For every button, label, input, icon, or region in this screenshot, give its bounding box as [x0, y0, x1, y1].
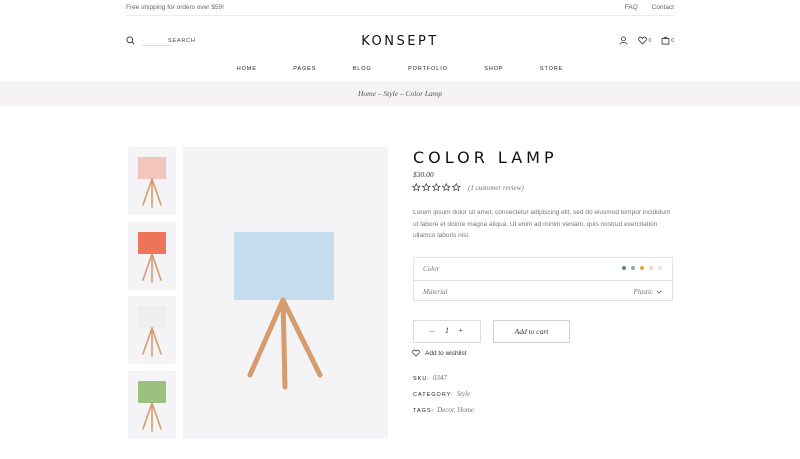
quantity-stepper[interactable]: – 1 + [413, 320, 481, 343]
material-value: Plastic [633, 288, 653, 296]
lamp-shade [138, 157, 166, 179]
material-select[interactable]: Plastic [634, 288, 662, 296]
wishlist-label[interactable]: Add to wishlist [425, 350, 467, 357]
review-link[interactable]: (1 customer review) [468, 184, 524, 192]
breadcrumb: Home – Style – Color Lamp [0, 81, 800, 106]
wishlist-count: 0 [648, 37, 652, 44]
heart-icon[interactable] [638, 36, 648, 45]
lamp-shade [138, 232, 166, 254]
lamp-legs [142, 253, 162, 283]
star-icon[interactable] [422, 183, 431, 192]
add-to-wishlist-link[interactable]: Add to wishlist [412, 349, 467, 357]
cart-icon[interactable] [661, 36, 670, 45]
tags-value[interactable]: Decor, Home [437, 406, 474, 414]
star-icon[interactable] [432, 183, 441, 192]
category-label: CATEGORY: [413, 392, 454, 398]
cart-count: 0 [671, 37, 674, 44]
tags-label: TAGS: [413, 408, 435, 414]
top-bar: Free shipping for orders over $59! FAQ C… [126, 0, 674, 16]
top-links: FAQ Contact [613, 4, 674, 11]
nav-home[interactable]: HOME [237, 66, 257, 72]
nav-store[interactable]: STORE [540, 66, 563, 72]
site-logo[interactable]: KONSEPT [0, 34, 800, 49]
sku-value: 0347 [432, 374, 447, 382]
color-swatch-4[interactable] [649, 266, 653, 270]
color-swatch-5[interactable] [658, 266, 662, 270]
color-label: Color [423, 265, 440, 273]
star-icon[interactable] [452, 183, 461, 192]
lamp-legs [142, 327, 162, 357]
product-description: Lorem ipsum dolor sit amet, consectetur … [413, 209, 671, 239]
lamp-shade [234, 232, 334, 300]
product-thumbnail-orange[interactable] [128, 222, 176, 290]
color-swatches [622, 266, 662, 270]
lamp-thumbnail-image [138, 381, 166, 432]
lamp-thumbnail-image [138, 157, 166, 208]
rating-stars[interactable] [412, 183, 461, 192]
star-icon[interactable] [442, 183, 451, 192]
product-price: $30.00 [413, 170, 434, 179]
quantity-increase-button[interactable]: + [458, 326, 463, 335]
chevron-down-icon [656, 290, 662, 294]
user-icon[interactable] [619, 36, 628, 45]
color-option-row: Color [414, 258, 672, 280]
lamp-image [234, 232, 334, 390]
quantity-decrease-button[interactable]: – [430, 326, 434, 335]
color-swatch-2[interactable] [631, 266, 635, 270]
product-thumbnail-green[interactable] [128, 371, 176, 439]
product-options: Color Material Plastic [413, 257, 673, 301]
contact-link[interactable]: Contact [652, 4, 674, 11]
product-main-image[interactable] [183, 147, 388, 439]
sku-row: SKU: 0347 [413, 374, 447, 382]
site-header: SEARCH KONSEPT 0 0 HOME PAGES BLOG PORTF… [0, 16, 800, 80]
wishlist-header[interactable]: 0 [638, 36, 651, 45]
color-swatch-1[interactable] [622, 266, 626, 270]
color-swatch-3[interactable] [640, 266, 644, 270]
lamp-thumbnail-image [138, 232, 166, 283]
category-row: CATEGORY: Style [413, 390, 470, 398]
header-icons: 0 0 [619, 36, 674, 45]
quantity-value[interactable]: 1 [445, 326, 449, 335]
cart-header[interactable]: 0 [661, 36, 674, 45]
lamp-legs [247, 297, 323, 390]
nav-portfolio[interactable]: PORTFOLIO [408, 66, 448, 72]
heart-icon[interactable] [412, 349, 420, 357]
nav-blog[interactable]: BLOG [353, 66, 372, 72]
nav-pages[interactable]: PAGES [293, 66, 316, 72]
lamp-thumbnail-image [138, 306, 166, 357]
category-value[interactable]: Style [457, 390, 471, 398]
add-to-cart-button[interactable]: Add to cart [493, 320, 570, 343]
material-label: Material [423, 288, 448, 296]
material-option-row: Material Plastic [414, 280, 672, 302]
lamp-legs [142, 402, 162, 432]
star-icon[interactable] [412, 183, 421, 192]
sku-label: SKU: [413, 376, 430, 382]
lamp-legs [142, 178, 162, 208]
shipping-notice: Free shipping for orders over $59! [126, 4, 224, 11]
lamp-shade [138, 306, 166, 328]
faq-link[interactable]: FAQ [625, 4, 638, 11]
product-title: COLOR LAMP [413, 148, 558, 167]
lamp-shade [138, 381, 166, 403]
product-thumbnail-pink[interactable] [128, 147, 176, 215]
tags-row: TAGS: Decor, Home [413, 406, 474, 414]
product-thumbnail-white[interactable] [128, 296, 176, 364]
main-nav: HOME PAGES BLOG PORTFOLIO SHOP STORE [0, 66, 800, 72]
nav-shop[interactable]: SHOP [484, 66, 503, 72]
